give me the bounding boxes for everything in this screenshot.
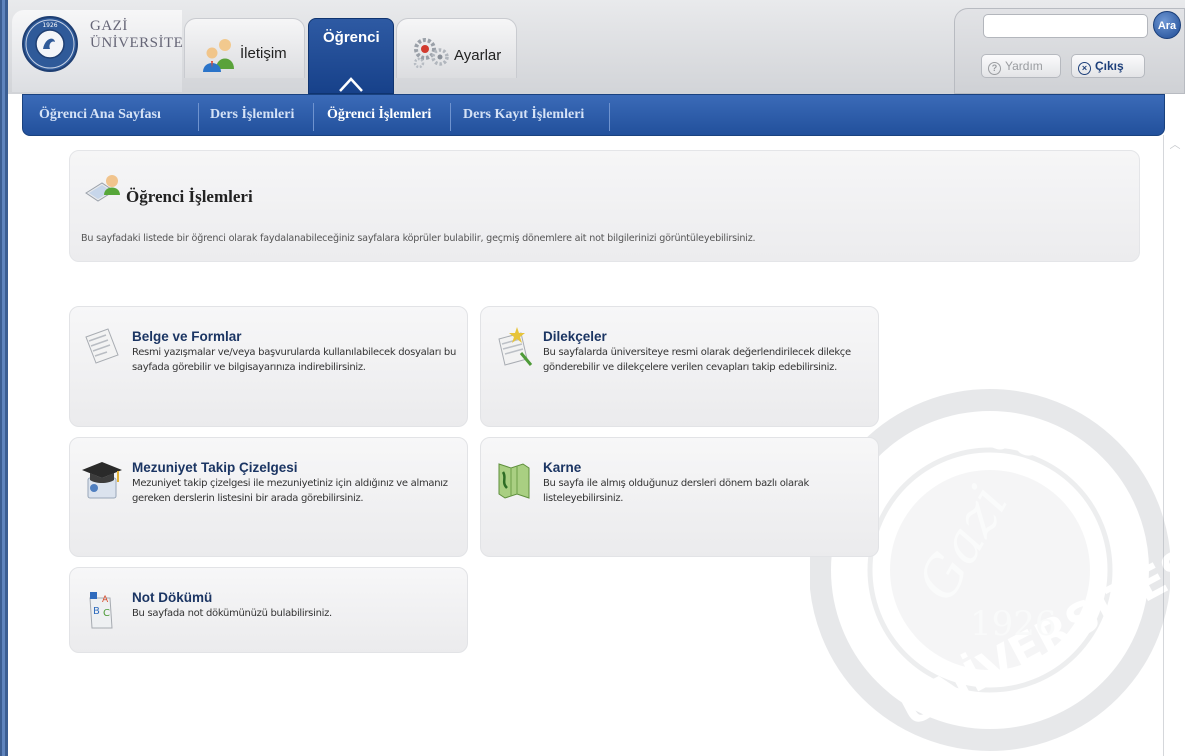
help-button[interactable]: ? Yardım: [981, 54, 1061, 78]
nav-item-ders-islemleri[interactable]: Ders İşlemleri: [210, 107, 294, 123]
svg-text:A: A: [102, 595, 109, 605]
card-dilekceler[interactable]: Dilekçeler Bu sayfalarda üniversiteye re…: [480, 306, 879, 427]
intro-panel: Öğrenci İşlemleri Bu sayfadaki listede b…: [69, 150, 1140, 262]
page-title: Öğrenci İşlemleri: [126, 187, 253, 206]
card-title[interactable]: Belge ve Formlar: [132, 329, 242, 344]
search-input[interactable]: [983, 14, 1148, 38]
university-seal-icon: 1926 1926: [22, 16, 78, 72]
watermark-year-inner: 1926: [970, 604, 1057, 644]
tab-iletisim[interactable]: İletişim: [184, 18, 305, 78]
student-icon: [85, 175, 120, 202]
card-description: Mezuniyet takip çizelgesi ile mezuniyeti…: [132, 478, 448, 504]
card-title[interactable]: Mezuniyet Takip Çizelgesi: [132, 460, 298, 475]
tab-iletisim-label: İletişim: [240, 45, 287, 62]
nav-divider: [313, 103, 314, 131]
exit-button-label: Çıkış: [1095, 59, 1124, 73]
nav-divider: [609, 103, 610, 131]
nav-item-ogrenci-ana-sayfasi[interactable]: Öğrenci Ana Sayfası: [39, 107, 161, 123]
card-description: Bu sayfada not dökümünüzü bulabilirsiniz…: [132, 608, 332, 619]
nav-item-ders-kayit-islemleri[interactable]: Ders Kayıt İşlemleri: [463, 107, 584, 123]
card-description: Bu sayfalarda üniversiteye resmi olarak …: [543, 347, 851, 373]
petition-icon: [498, 327, 533, 366]
sub-navigation: Öğrenci Ana Sayfası Ders İşlemleri Öğren…: [22, 94, 1165, 136]
header-tools: Ara ? Yardım × Çıkış: [954, 8, 1185, 94]
exit-button[interactable]: × Çıkış: [1071, 54, 1145, 78]
window-left-border: [0, 0, 8, 756]
card-belge-ve-formlar[interactable]: Belge ve Formlar Resmi yazışmalar ve/vey…: [69, 306, 468, 427]
scroll-up-icon[interactable]: ︿: [1165, 135, 1185, 155]
tab-ogrenci[interactable]: Öğrenci: [308, 18, 394, 94]
card-description: Bu sayfa ile almış olduğunuz dersleri dö…: [543, 478, 809, 504]
tab-ayarlar-label: Ayarlar: [454, 47, 502, 64]
university-logo[interactable]: 1926 1926 GAZİ ÜNİVERSİTESİ: [12, 10, 197, 92]
up-arrow-icon: [339, 77, 363, 92]
nav-divider: [198, 103, 199, 131]
svg-text:B: B: [93, 606, 100, 617]
page-description: Bu sayfadaki listede bir öğrenci olarak …: [81, 233, 756, 244]
people-icon: [203, 39, 234, 72]
report-card-icon: [498, 463, 530, 499]
help-icon: ?: [988, 62, 1001, 75]
card-title[interactable]: Dilekçeler: [543, 329, 607, 344]
nav-divider: [450, 103, 451, 131]
tab-ogrenci-label: Öğrenci: [323, 29, 380, 46]
nav-item-ogrenci-islemleri[interactable]: Öğrenci İşlemleri: [327, 107, 431, 123]
university-name-line2: ÜNİVERSİTESİ: [90, 35, 198, 51]
svg-text:C: C: [103, 608, 110, 619]
card-title[interactable]: Karne: [543, 460, 581, 475]
card-mezuniyet-takip-cizelgesi[interactable]: Mezuniyet Takip Çizelgesi Mezuniyet taki…: [69, 437, 468, 557]
university-name: GAZİ ÜNİVERSİTESİ: [90, 18, 198, 52]
card-description: Resmi yazışmalar ve/veya başvurularda ku…: [132, 347, 457, 373]
close-icon: ×: [1078, 62, 1091, 75]
card-karne[interactable]: Karne Bu sayfa ile almış olduğunuz dersl…: [480, 437, 879, 557]
university-name-line1: GAZİ: [90, 18, 128, 34]
svg-text:1926: 1926: [42, 22, 57, 29]
graduation-cap-icon: [82, 462, 122, 499]
transcript-icon: A B C: [89, 592, 113, 629]
card-title[interactable]: Not Dökümü: [132, 590, 212, 605]
gears-icon: [413, 38, 449, 69]
tab-ayarlar[interactable]: Ayarlar: [396, 18, 517, 78]
document-icon: [85, 328, 119, 364]
card-not-dokumu[interactable]: A B C Not Dökümü Bu sayfada not dökümünü…: [69, 567, 468, 653]
search-button[interactable]: Ara: [1153, 11, 1181, 39]
help-button-label: Yardım: [1005, 59, 1043, 73]
